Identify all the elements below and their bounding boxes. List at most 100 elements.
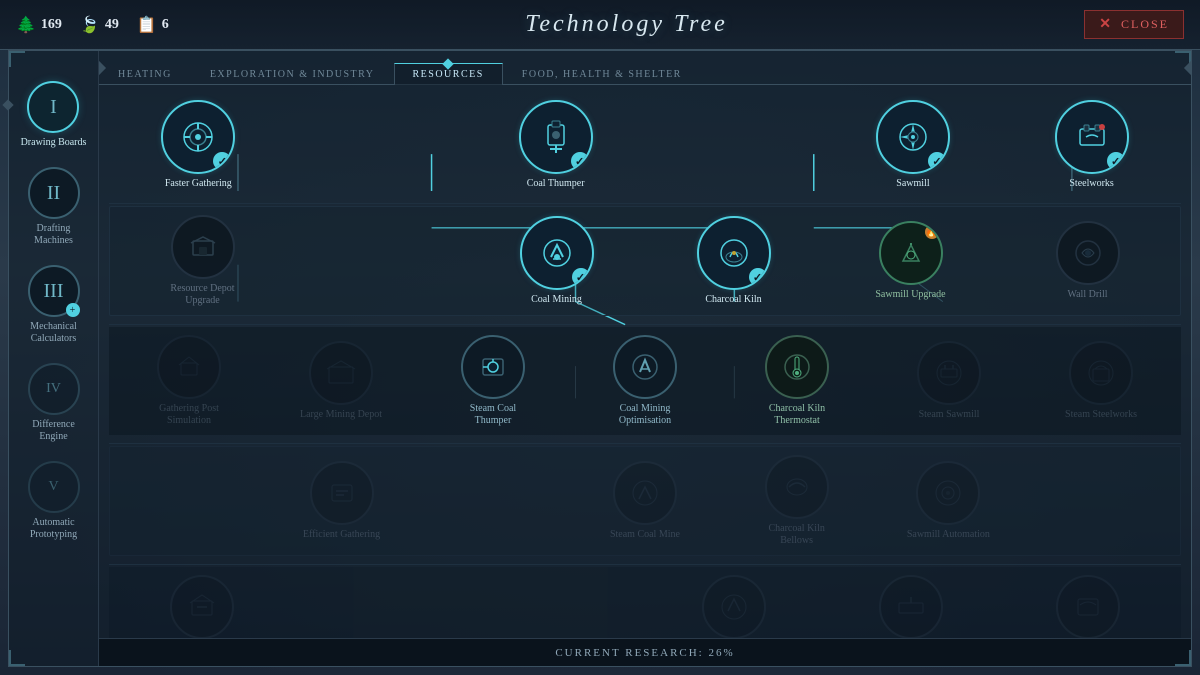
tech-circle-coal-rationalization[interactable] — [702, 575, 766, 638]
tech-node-sawmill[interactable]: ✓ Sawmill — [868, 100, 958, 190]
tab-heating[interactable]: HEATING — [99, 63, 191, 85]
tech-label-large-depot: Large Mining Depot — [300, 409, 382, 421]
tech-circle-gathering-post[interactable] — [157, 335, 221, 399]
tab-resources[interactable]: RESOURCES — [394, 63, 503, 85]
tech-node-coal-mining[interactable]: ✓ Coal Mining — [512, 216, 602, 306]
people-resource: 📋 6 — [137, 15, 169, 35]
tech-label-faster-gathering: Faster Gathering — [165, 178, 232, 190]
hud-resources: 🌲 169 🍃 49 📋 6 — [0, 15, 169, 35]
tech-grid: ✓ Faster Gathering — [99, 85, 1191, 638]
tech-node-sawmill-extension[interactable]: Sawmill Range Extension — [866, 575, 956, 638]
tier-item-1[interactable]: I Drawing Boards — [21, 81, 87, 149]
tech-circle-sawmill-auto[interactable] — [916, 461, 980, 525]
tech-node-coal-rationalization[interactable]: Coal Mining Rationalisation — [689, 575, 779, 638]
active-tab-indicator — [442, 58, 453, 69]
tech-node-advanced-steelworks[interactable]: Advanced Steelworks — [1043, 575, 1133, 638]
tier-label-4: Difference Engine — [19, 419, 89, 443]
tier-item-3[interactable]: III + Mechanical Calculators — [19, 265, 89, 345]
tech-circle-charcoal-thermostat[interactable] — [765, 335, 829, 399]
tech-circle-coal-thumper[interactable]: ✓ — [519, 100, 593, 174]
tech-node-coal-mining-opt[interactable]: Coal Mining Optimisation — [600, 335, 690, 427]
tech-circle-coal-mining-opt[interactable] — [613, 335, 677, 399]
tech-circle-charcoal-kiln[interactable]: ✓ — [697, 216, 771, 290]
tier-item-2[interactable]: II Drafting Machines — [19, 167, 89, 247]
tech-node-large-depot[interactable]: Large Mining Depot — [296, 341, 386, 421]
close-label: CLOSE — [1121, 17, 1169, 32]
tier-label-1: Drawing Boards — [21, 137, 87, 149]
tech-circle-resource-depot[interactable] — [171, 215, 235, 279]
tech-circle-steelworks[interactable]: ✓ — [1055, 100, 1129, 174]
tech-row-1: Resource Depot Upgrade ✓ — [109, 206, 1181, 316]
tech-node-faster-gathering[interactable]: ✓ Faster Gathering — [153, 100, 243, 190]
tech-label-charcoal-kiln: Charcoal Kiln — [705, 294, 761, 306]
coal-resource: 🍃 49 — [80, 15, 119, 35]
tech-node-steelworks[interactable]: ✓ Steelworks — [1047, 100, 1137, 190]
tech-circle-coal-mining[interactable]: ✓ — [520, 216, 594, 290]
tier-item-4[interactable]: IV Difference Engine — [19, 363, 89, 443]
tech-label-sawmill-upgrade: Sawmill Upgrade — [875, 289, 945, 301]
tier-label-5: Automatic Prototyping — [19, 517, 89, 541]
tech-label-sawmill-auto: Sawmill Automation — [907, 529, 990, 541]
tech-circle-steam-steelworks[interactable] — [1069, 341, 1133, 405]
tech-node-resource-depot[interactable]: Resource Depot Upgrade — [158, 215, 248, 307]
fire-icon: 🔥 — [925, 225, 939, 239]
wood-count: 169 — [41, 17, 62, 33]
tech-circle-charcoal-bellows[interactable] — [765, 455, 829, 519]
tech-row-0: ✓ Faster Gathering — [109, 95, 1181, 195]
tech-node-steam-steelworks[interactable]: Steam Steelworks — [1056, 341, 1146, 421]
tech-label-gathering-post: Gathering Post Simulation — [147, 403, 232, 427]
tier-sidebar: I Drawing Boards II Drafting Machines II… — [9, 51, 99, 666]
tech-node-steam-coal-thumper[interactable]: Steam Coal Thumper — [448, 335, 538, 427]
tab-food[interactable]: FOOD, HEALTH & SHELTER — [503, 63, 701, 85]
unlocked-check-steel: ✓ — [1107, 152, 1125, 170]
tech-circle-steam-coal-thumper[interactable] — [461, 335, 525, 399]
tech-row-3: Efficient Gathering Steam Coal Mine — [109, 446, 1181, 556]
tech-node-gathering-sim2[interactable]: Gathering Post Simulation II — [157, 575, 247, 638]
tech-circle-sawmill-upgrade[interactable]: 🔥 — [879, 221, 943, 285]
tier-circle-1: I — [27, 81, 79, 133]
wood-icon: 🌲 — [16, 15, 36, 35]
tech-circle-wall-drill[interactable] — [1056, 221, 1120, 285]
tech-label-steam-coal-mine: Steam Coal Mine — [610, 529, 680, 541]
page-title: Technology Tree — [169, 11, 1084, 38]
tech-circle-sawmill-extension[interactable] — [879, 575, 943, 638]
tech-circle-steam-sawmill[interactable] — [917, 341, 981, 405]
tech-label-coal-mining: Coal Mining — [531, 294, 582, 306]
tier-roman-2: II — [47, 182, 60, 205]
status-bar: CURRENT RESEARCH: 26% — [99, 638, 1191, 666]
tech-label-steam-coal-thumper: Steam Coal Thumper — [451, 403, 536, 427]
close-button[interactable]: ✕ CLOSE — [1084, 10, 1184, 39]
tier-label-2: Drafting Machines — [19, 223, 89, 247]
tech-circle-faster-gathering[interactable]: ✓ — [161, 100, 235, 174]
tech-node-gathering-post[interactable]: Gathering Post Simulation — [144, 335, 234, 427]
tab-exploration[interactable]: EXPLORATION & INDUSTRY — [191, 63, 394, 85]
tech-node-efficient-gathering[interactable]: Efficient Gathering — [297, 461, 387, 541]
tier-roman-3: III — [44, 280, 64, 303]
tech-node-charcoal-bellows[interactable]: Charcoal Kiln Bellows — [752, 455, 842, 547]
tech-node-sawmill-auto[interactable]: Sawmill Automation — [903, 461, 993, 541]
tech-label-coal-mining-opt: Coal Mining Optimisation — [603, 403, 688, 427]
tech-circle-large-depot[interactable] — [309, 341, 373, 405]
tab-bar: HEATING EXPLORATION & INDUSTRY RESOURCES… — [99, 51, 1191, 85]
tech-circle-sawmill[interactable]: ✓ — [876, 100, 950, 174]
tech-node-wall-drill[interactable]: Wall Drill — [1043, 221, 1133, 301]
tier-roman-5: V — [48, 479, 58, 495]
people-count: 6 — [162, 17, 169, 33]
tech-node-sawmill-upgrade[interactable]: 🔥 Sawmill Upgrade — [866, 221, 956, 301]
tech-node-steam-sawmill[interactable]: Steam Sawmill — [904, 341, 994, 421]
tech-label-charcoal-thermostat: Charcoal Kiln Thermostat — [755, 403, 840, 427]
content-area: HEATING EXPLORATION & INDUSTRY RESOURCES… — [99, 51, 1191, 666]
tech-node-charcoal-thermostat[interactable]: Charcoal Kiln Thermostat — [752, 335, 842, 427]
tech-label-sawmill: Sawmill — [896, 178, 929, 190]
hud-bar: 🌲 169 🍃 49 📋 6 Technology Tree ✕ CLOSE — [0, 0, 1200, 50]
tech-node-steam-coal-mine[interactable]: Steam Coal Mine — [600, 461, 690, 541]
tech-circle-efficient-gathering[interactable] — [310, 461, 374, 525]
tier-roman-4: IV — [46, 381, 61, 397]
tech-label-steelworks: Steelworks — [1069, 178, 1113, 190]
tech-node-coal-thumper[interactable]: ✓ Coal Thumper — [511, 100, 601, 190]
tech-node-charcoal-kiln[interactable]: ✓ Charcoal Kiln — [689, 216, 779, 306]
tech-circle-gathering-sim2[interactable] — [170, 575, 234, 638]
tech-circle-advanced-steelworks[interactable] — [1056, 575, 1120, 638]
tech-circle-steam-coal-mine[interactable] — [613, 461, 677, 525]
tier-item-5[interactable]: V Automatic Prototyping — [19, 461, 89, 541]
